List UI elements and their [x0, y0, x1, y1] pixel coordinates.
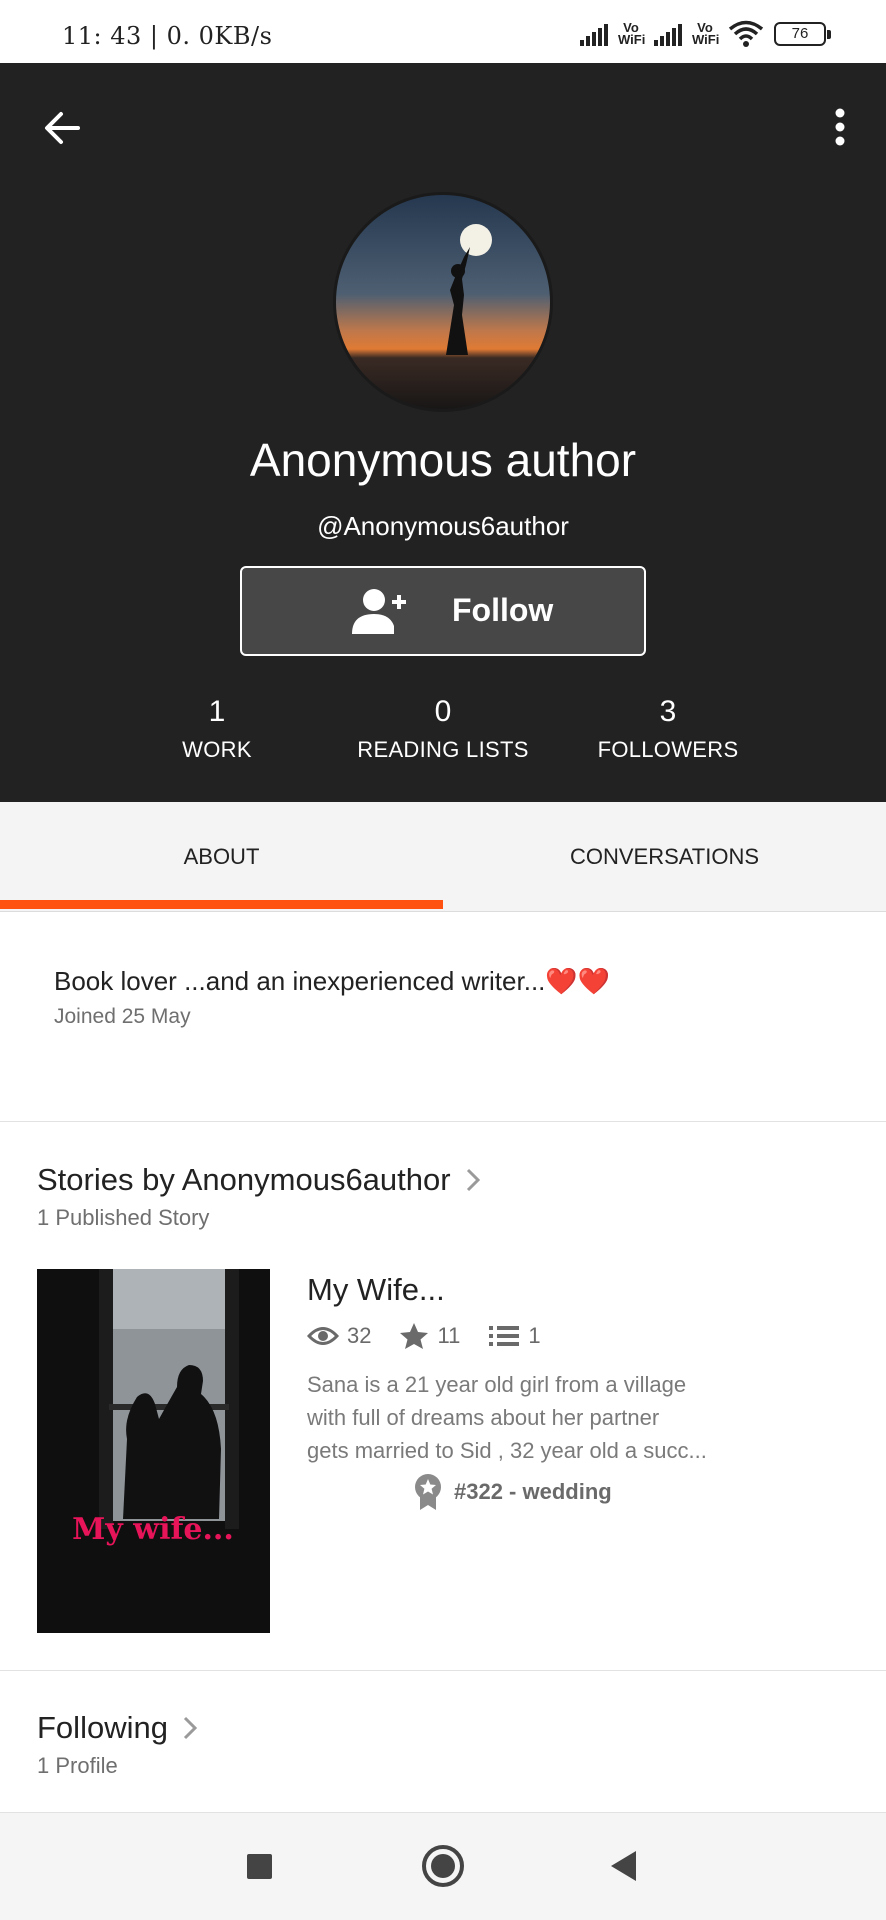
wifi-icon: [728, 20, 764, 47]
joined-date: Joined 25 May: [54, 1005, 191, 1028]
tab-conversations[interactable]: CONVERSATIONS: [443, 802, 886, 912]
story-description[interactable]: Sana is a 21 year old girl from a villag…: [307, 1368, 747, 1467]
status-icons: Vo WiFi Vo WiFi 76: [580, 18, 831, 50]
more-vertical-icon: [835, 108, 845, 146]
following-count: 1 Profile: [37, 1753, 118, 1778]
stat-reading-lists[interactable]: 0 READING LISTS: [333, 695, 553, 763]
chevron-right-icon: [183, 1716, 198, 1740]
avatar[interactable]: [333, 192, 553, 412]
following-section-title: Following: [37, 1710, 168, 1745]
stat-followers[interactable]: 3 FOLLOWERS: [558, 695, 778, 763]
square-icon: [247, 1854, 272, 1879]
stat-works[interactable]: 1 WORK: [107, 695, 327, 763]
divider: [0, 1121, 886, 1122]
status-time: 11: 43 | 0. 0KB/s: [62, 22, 273, 50]
battery-indicator: 76: [774, 22, 831, 46]
story-description-line: gets married to Sid , 32 year old a succ…: [307, 1438, 707, 1463]
follow-button[interactable]: Follow: [240, 566, 646, 656]
system-back-button[interactable]: [599, 1841, 649, 1891]
tab-bar: ABOUT CONVERSATIONS: [0, 802, 886, 912]
story-cover[interactable]: My wife...: [37, 1269, 270, 1633]
system-nav-bar: [0, 1813, 886, 1920]
story-rank-badge[interactable]: #322 - wedding: [414, 1473, 612, 1511]
triangle-back-icon: [611, 1851, 636, 1881]
arrow-left-icon: [45, 112, 80, 144]
signal-icon-2: [654, 22, 682, 46]
display-name: Anonymous author: [249, 434, 637, 486]
status-bar: 11: 43 | 0. 0KB/s Vo WiFi Vo WiFi 76: [0, 0, 886, 63]
story-rank-label: #322 - wedding: [454, 1479, 612, 1504]
story-stats: 32 11 1: [307, 1322, 569, 1350]
story-cover-title: My wife...: [72, 1512, 234, 1547]
stories-count: 1 Published Story: [37, 1205, 210, 1230]
stat-works-value: 1: [208, 695, 226, 728]
more-options-button[interactable]: [820, 103, 860, 153]
stat-works-label: WORK: [182, 737, 252, 762]
follow-label: Follow: [452, 592, 554, 628]
award-icon: [415, 1474, 441, 1510]
stat-reading-lists-value: 0: [434, 695, 452, 728]
stat-followers-value: 3: [659, 695, 677, 728]
list-icon: [489, 1326, 520, 1346]
circle-icon: [422, 1845, 464, 1887]
votes-count: 11: [437, 1323, 461, 1348]
vowifi-label-2: Vo WiFi: [692, 20, 720, 47]
home-button[interactable]: [418, 1841, 468, 1891]
username: @Anonymous6author: [317, 511, 569, 541]
signal-icon: [580, 22, 608, 46]
story-description-line: Sana is a 21 year old girl from a villag…: [307, 1372, 687, 1397]
chevron-right-icon: [466, 1168, 480, 1192]
parts-stat: 1: [488, 1323, 541, 1349]
reads-count: 32: [347, 1323, 372, 1348]
stories-section-header[interactable]: Stories by Anonymous6author: [37, 1162, 481, 1198]
back-button[interactable]: [38, 103, 88, 153]
active-tab-indicator: [0, 900, 443, 909]
stat-followers-label: FOLLOWERS: [597, 737, 739, 762]
reads-stat: 32: [307, 1323, 371, 1349]
stories-section-title: Stories by Anonymous6author: [37, 1162, 451, 1197]
votes-stat: 11: [399, 1322, 460, 1350]
story-title[interactable]: My Wife...: [307, 1272, 445, 1308]
tab-about[interactable]: ABOUT: [0, 802, 443, 912]
story-description-line: with full of dreams about her partner: [307, 1405, 660, 1430]
following-section-header[interactable]: Following: [37, 1710, 198, 1746]
divider: [0, 1670, 886, 1671]
star-icon: [400, 1323, 429, 1349]
profile-header: Anonymous author @Anonymous6author Follo…: [0, 63, 886, 802]
avatar-image: [336, 195, 550, 409]
vowifi-label: Vo WiFi: [618, 20, 646, 47]
bio-text: Book lover ...and an inexperienced write…: [54, 966, 611, 996]
stat-reading-lists-label: READING LISTS: [357, 737, 529, 762]
recents-button[interactable]: [234, 1841, 284, 1891]
parts-count: 1: [528, 1323, 541, 1348]
story-cover-image: My wife...: [37, 1269, 270, 1633]
add-user-icon: [352, 589, 406, 634]
eye-icon: [307, 1327, 339, 1345]
